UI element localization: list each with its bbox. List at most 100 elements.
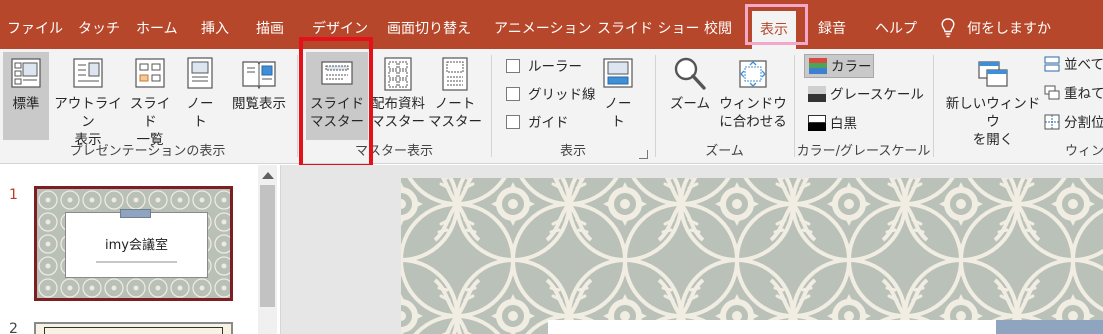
magnifier-icon <box>674 57 706 90</box>
ruler-checkbox[interactable]: ルーラー <box>506 55 582 79</box>
split-button[interactable]: 分割位 <box>1044 111 1103 135</box>
tab-recording[interactable]: 録音 <box>818 0 846 49</box>
reading-view-label: 閲覧表示 <box>232 96 286 112</box>
notes-page-button[interactable]: ノー ト <box>178 52 222 140</box>
tab-review[interactable]: 校閲 <box>704 0 732 49</box>
color-grayscale-group-label: カラー/グレースケール <box>796 144 931 159</box>
tab-draw[interactable]: 描画 <box>256 0 284 49</box>
tab-view[interactable]: 表示 <box>752 11 796 49</box>
tab-slide-show[interactable]: スライド ショー <box>597 0 699 49</box>
normal-view-icon <box>11 58 41 88</box>
zoom-group-label: ズーム <box>705 144 744 159</box>
notes-pane-label: ノー ト <box>604 96 632 130</box>
ribbon-view: 標準 アウトライン 表示 スライド 一覧 ノー ト 閲覧表示 プレゼンテーション… <box>0 49 1103 164</box>
arrange-all-button[interactable]: 並べて <box>1044 53 1103 77</box>
reading-view-button[interactable]: 閲覧表示 <box>226 52 292 140</box>
group-color-grayscale: カラー グレースケール 白黒 カラー/グレースケール <box>796 49 931 163</box>
guides-checkbox[interactable]: ガイド <box>506 111 569 135</box>
color-mode-label: カラー <box>831 59 872 75</box>
normal-view-button[interactable]: 標準 <box>3 52 49 140</box>
scroll-up-arrow-icon[interactable] <box>262 172 274 179</box>
notes-master-icon <box>442 57 468 91</box>
group-separator <box>794 55 795 157</box>
gridlines-checkbox-box[interactable] <box>506 87 520 101</box>
color-swatch-icon <box>809 58 827 74</box>
presentation-views-group-label: プレゼンテーションの表示 <box>69 144 226 159</box>
tab-touch[interactable]: タッチ <box>78 0 120 49</box>
color-mode-button[interactable]: カラー <box>804 54 874 78</box>
tab-home[interactable]: ホーム <box>136 0 178 49</box>
ruler-checkbox-box[interactable] <box>506 59 520 73</box>
group-separator <box>297 55 298 157</box>
outline-view-icon <box>73 58 103 88</box>
notes-page-label: ノー ト <box>186 96 214 130</box>
subtitle-placeholder <box>96 261 177 263</box>
master-views-group-label: マスター表示 <box>354 144 433 159</box>
slide-number-2: 2 <box>9 321 18 334</box>
slide-edit-area <box>281 165 1103 334</box>
tell-me-search[interactable]: 何をしますか <box>967 0 1051 49</box>
tab-file[interactable]: ファイル <box>7 0 63 49</box>
notes-master-button[interactable]: ノート マスター <box>427 52 483 140</box>
group-show: ルーラー グリッド線 ガイド ノー ト 表示 <box>493 49 653 163</box>
guides-checkbox-box[interactable] <box>506 115 520 129</box>
thumbnail-scrollbar[interactable] <box>258 165 277 334</box>
new-window-label: 新しいウィンドウ を開く <box>945 96 1041 148</box>
arrange-all-icon <box>1044 56 1060 72</box>
lightbulb-icon <box>941 18 955 38</box>
reading-view-icon <box>242 61 276 90</box>
show-group-label: 表示 <box>559 144 586 159</box>
grayscale-swatch-icon <box>808 86 826 102</box>
ruler-label: ルーラー <box>528 59 582 75</box>
group-window: 新しいウィンドウ を開く 並べて 重ねて 分割位 ウィン <box>935 49 1103 163</box>
cascade-button[interactable]: 重ねて <box>1044 82 1103 106</box>
window-group-label: ウィン <box>1065 144 1103 159</box>
tab-design[interactable]: デザイン <box>312 0 368 49</box>
tab-transitions[interactable]: 画面切り替え <box>387 0 471 49</box>
cascade-label: 重ねて <box>1064 86 1103 102</box>
title-tag-shape <box>120 209 151 218</box>
normal-view-label: 標準 <box>12 96 40 112</box>
background-pattern-icon <box>401 178 1103 334</box>
outline-view-button[interactable]: アウトライン 表示 <box>52 52 124 148</box>
slide-master-button[interactable]: スライド マスター <box>306 52 368 140</box>
gridlines-label: グリッド線 <box>528 87 596 103</box>
slide-number-1: 1 <box>9 187 18 203</box>
show-dialog-launcher-icon[interactable] <box>639 150 648 159</box>
split-icon <box>1044 114 1060 130</box>
slide-canvas[interactable] <box>401 178 1103 334</box>
title-tag-shape <box>996 320 1103 334</box>
arrange-all-label: 並べて <box>1064 57 1103 73</box>
group-zoom: ズーム ウィンドウ に合わせる ズーム <box>657 49 792 163</box>
slide-thumbnail-pane: 1 imy会議室 2 <box>0 165 280 334</box>
tab-insert[interactable]: 挿入 <box>201 0 229 49</box>
tab-animations[interactable]: アニメーション <box>494 0 591 49</box>
ribbon-tab-bar: ファイル タッチ ホーム 挿入 描画 デザイン 画面切り替え アニメーション ス… <box>0 0 1103 49</box>
group-presentation-views: 標準 アウトライン 表示 スライド 一覧 ノー ト 閲覧表示 プレゼンテーション… <box>0 49 295 163</box>
zoom-button[interactable]: ズーム <box>667 52 713 140</box>
slide-2-frame <box>44 327 223 334</box>
fit-to-window-button[interactable]: ウィンドウ に合わせる <box>717 52 789 140</box>
handout-master-label: 配布資料 マスター <box>371 96 425 130</box>
black-white-button[interactable]: 白黒 <box>808 112 857 136</box>
guides-label: ガイド <box>528 115 569 131</box>
grayscale-button[interactable]: グレースケール <box>808 83 924 107</box>
new-window-button[interactable]: 新しいウィンドウ を開く <box>943 52 1043 148</box>
black-white-swatch-icon <box>808 115 826 131</box>
fit-to-window-icon <box>739 60 767 88</box>
group-separator <box>491 55 492 157</box>
group-separator <box>933 55 934 157</box>
black-white-label: 白黒 <box>830 116 857 132</box>
slide-sorter-button[interactable]: スライド 一覧 <box>126 52 174 148</box>
scrollbar-thumb[interactable] <box>260 185 275 307</box>
notes-pane-button[interactable]: ノー ト <box>596 52 640 140</box>
notes-pane-icon <box>603 58 633 88</box>
slide-thumbnail-2[interactable] <box>34 322 233 334</box>
group-separator <box>655 55 656 157</box>
split-label: 分割位 <box>1064 115 1103 131</box>
gridlines-checkbox[interactable]: グリッド線 <box>506 83 596 107</box>
slide-thumbnail-1[interactable]: imy会議室 <box>34 186 233 301</box>
handout-master-button[interactable]: 配布資料 マスター <box>369 52 427 140</box>
tab-help[interactable]: ヘルプ <box>875 0 917 49</box>
slide-master-label: スライド マスター <box>310 96 364 130</box>
